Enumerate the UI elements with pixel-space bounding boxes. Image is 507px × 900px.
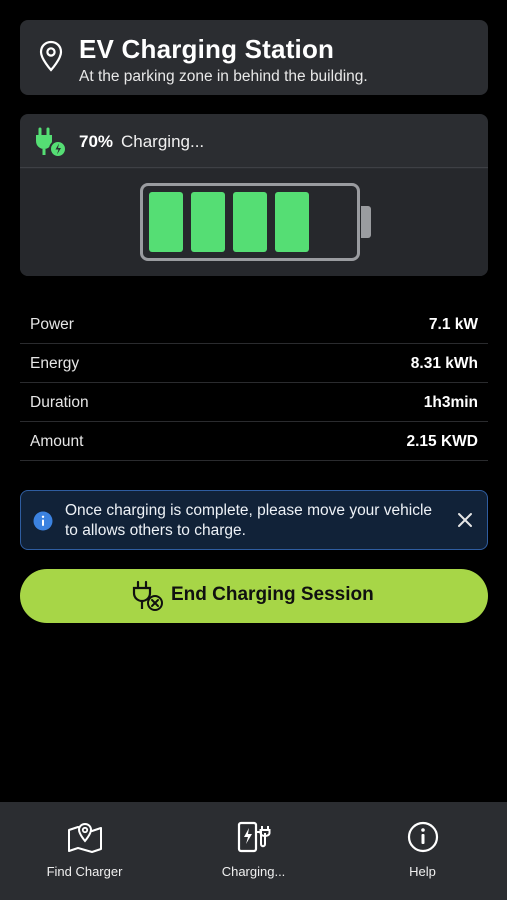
tab-charging[interactable]: Charging... [169, 802, 338, 900]
stat-label: Energy [30, 355, 80, 372]
tab-label: Find Charger [46, 864, 123, 879]
stat-value: 2.15 KWD [406, 433, 479, 450]
station-title: EV Charging Station [79, 34, 335, 64]
location-pin-icon [39, 40, 63, 72]
plug-charging-icon [36, 127, 67, 158]
station-subtitle: At the parking zone in behind the buildi… [79, 68, 368, 85]
stat-row-energy: Energy 8.31 kWh [20, 344, 488, 383]
charging-stats: Power 7.1 kW Energy 8.31 kWh Duration 1h… [20, 305, 488, 461]
tab-label: Charging... [221, 864, 286, 879]
stat-row-power: Power 7.1 kW [20, 305, 488, 344]
battery-cell [275, 192, 309, 252]
end-charging-session-button[interactable]: End Charging Session [20, 569, 488, 623]
stat-row-amount: Amount 2.15 KWD [20, 422, 488, 461]
map-pin-icon [67, 822, 102, 853]
battery-cell [149, 192, 183, 252]
charging-card: 70% Charging... [20, 114, 488, 276]
info-icon [33, 511, 53, 531]
battery-cell [233, 192, 267, 252]
charge-percent: 70% [79, 132, 114, 151]
end-button-label: End Charging Session [171, 584, 374, 605]
stat-value: 1h3min [423, 394, 478, 411]
info-notice: Once charging is complete, please move y… [20, 490, 488, 550]
unplug-icon [132, 580, 163, 611]
charging-header: 70% Charging... [20, 114, 488, 168]
notice-message: Once charging is complete, please move y… [65, 502, 433, 539]
charge-status: Charging... [121, 132, 205, 151]
battery-cap [361, 206, 371, 238]
stat-value: 8.31 kWh [410, 355, 478, 372]
battery-area [20, 169, 488, 276]
stat-value: 7.1 kW [428, 316, 478, 333]
info-circle-icon [407, 821, 438, 853]
stat-label: Power [30, 316, 74, 333]
tab-label: Help [409, 864, 436, 879]
battery-cell [191, 192, 225, 252]
stat-label: Duration [30, 394, 89, 411]
battery-indicator [140, 183, 371, 261]
close-icon[interactable] [457, 512, 473, 528]
tab-find-charger[interactable]: Find Charger [0, 802, 169, 900]
charging-station-icon [237, 821, 270, 853]
stat-label: Amount [30, 433, 84, 450]
tab-help[interactable]: Help [338, 802, 507, 900]
stat-row-duration: Duration 1h3min [20, 383, 488, 422]
bottom-tab-bar: Find Charger Charging... Help [0, 802, 507, 900]
station-card: EV Charging Station At the parking zone … [20, 20, 488, 95]
